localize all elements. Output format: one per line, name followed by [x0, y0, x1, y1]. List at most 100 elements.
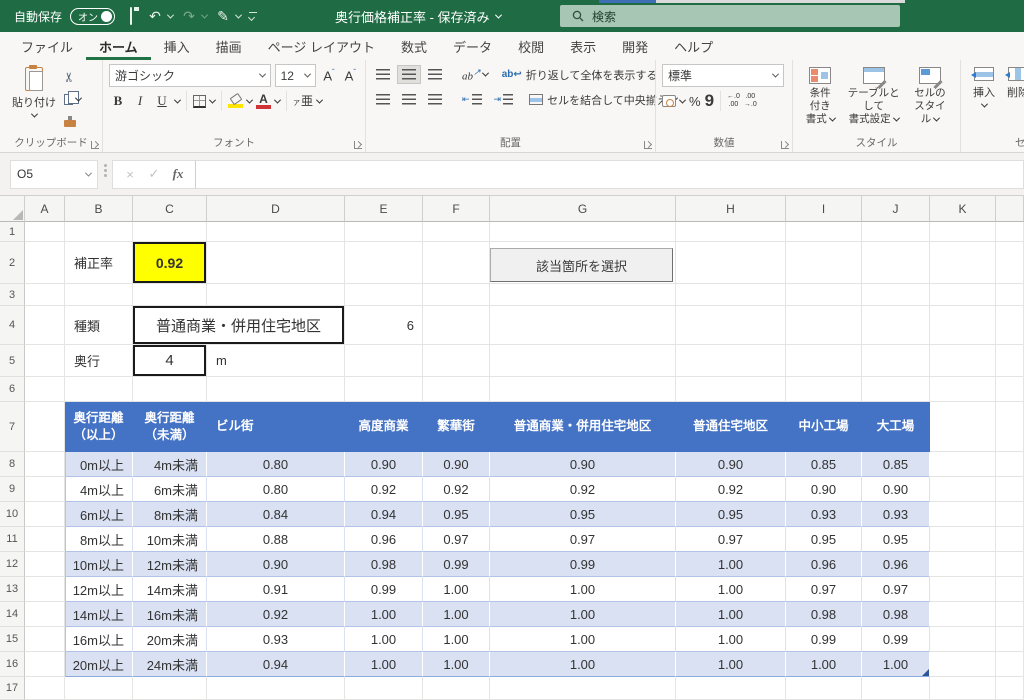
cell-G14[interactable]: 1.00 — [490, 602, 676, 627]
cell-A16[interactable] — [25, 652, 65, 677]
cell-H8[interactable]: 0.90 — [676, 452, 786, 477]
cell-C9[interactable]: 6m未満 — [133, 477, 207, 502]
cell-J5[interactable] — [862, 345, 930, 377]
cell-J8[interactable]: 0.85 — [862, 452, 930, 477]
orientation-button[interactable]: ab↗ — [458, 64, 492, 86]
cell-J15[interactable]: 0.99 — [862, 627, 930, 652]
cell-C3[interactable] — [133, 284, 207, 306]
cell-L9[interactable] — [996, 477, 1024, 502]
phonetic-dropdown-icon[interactable] — [316, 96, 323, 103]
col-header-C[interactable]: C — [133, 196, 207, 222]
cell-K2[interactable] — [930, 242, 996, 284]
font-size-select[interactable]: 12 — [275, 64, 317, 87]
row-header-1[interactable]: 1 — [0, 222, 25, 242]
cell-H13[interactable]: 1.00 — [676, 577, 786, 602]
cell-A11[interactable] — [25, 527, 65, 552]
cell-H15[interactable]: 1.00 — [676, 627, 786, 652]
row-header-15[interactable]: 15 — [0, 627, 25, 652]
cell-D2[interactable] — [207, 242, 345, 284]
cell-A6[interactable] — [25, 377, 65, 402]
cell-E3[interactable] — [345, 284, 423, 306]
cell-G16[interactable]: 1.00 — [490, 652, 676, 677]
italic-button[interactable]: I — [131, 91, 149, 111]
cell-H6[interactable] — [676, 377, 786, 402]
cell-G6[interactable] — [490, 377, 676, 402]
cell-K6[interactable] — [930, 377, 996, 402]
cell-B5[interactable]: 奥行 — [65, 345, 133, 377]
accounting-dropdown-icon[interactable] — [679, 96, 686, 103]
cell-J12[interactable]: 0.96 — [862, 552, 930, 577]
cell-K14[interactable] — [930, 602, 996, 627]
cell-I11[interactable]: 0.95 — [786, 527, 862, 552]
cell-L14[interactable] — [996, 602, 1024, 627]
conditional-formatting-button[interactable]: 条件付き書式 — [799, 64, 841, 136]
row-header-4[interactable]: 4 — [0, 306, 25, 345]
redo-icon[interactable]: ↷ — [181, 9, 197, 23]
borders-dropdown-icon[interactable] — [209, 96, 216, 103]
cell-A14[interactable] — [25, 602, 65, 627]
undo-icon[interactable]: ↶ — [147, 9, 163, 23]
cell-C13[interactable]: 14m未満 — [133, 577, 207, 602]
cell-D9[interactable]: 0.80 — [207, 477, 345, 502]
number-dialog-launcher-icon[interactable] — [781, 141, 789, 149]
tab-ページ レイアウト[interactable]: ページ レイアウト — [255, 32, 388, 60]
cell-H11[interactable]: 0.97 — [676, 527, 786, 552]
tab-データ[interactable]: データ — [440, 32, 505, 60]
row-header-9[interactable]: 9 — [0, 477, 25, 502]
copy-button[interactable] — [64, 90, 81, 108]
cell-J4[interactable] — [862, 306, 930, 345]
cell-K4[interactable] — [930, 306, 996, 345]
col-header-I[interactable]: I — [786, 196, 862, 222]
cell-B13[interactable]: 12m以上 — [65, 577, 133, 602]
alignment-dialog-launcher-icon[interactable] — [644, 141, 652, 149]
decrease-indent-button[interactable]: ⇤ — [458, 91, 486, 108]
cell-E5[interactable] — [345, 345, 423, 377]
col-header-F[interactable]: F — [423, 196, 490, 222]
cell-F10[interactable]: 0.95 — [423, 502, 490, 527]
cell-L1[interactable] — [996, 222, 1024, 242]
cell-J16[interactable]: 1.00 — [862, 652, 930, 677]
cell-F5[interactable] — [423, 345, 490, 377]
cell-C7[interactable]: 奥行距離（未満） — [133, 402, 207, 452]
tab-ファイル[interactable]: ファイル — [8, 32, 86, 60]
cell-H17[interactable] — [676, 677, 786, 700]
cell-E9[interactable]: 0.92 — [345, 477, 423, 502]
cell-C12[interactable]: 12m未満 — [133, 552, 207, 577]
cell-H3[interactable] — [676, 284, 786, 306]
col-header-A[interactable]: A — [25, 196, 65, 222]
align-left-button[interactable] — [372, 91, 394, 108]
cell-I6[interactable] — [786, 377, 862, 402]
cell-H2[interactable] — [676, 242, 786, 284]
cell-I2[interactable] — [786, 242, 862, 284]
cell-E13[interactable]: 0.99 — [345, 577, 423, 602]
cell-K9[interactable] — [930, 477, 996, 502]
row-header-13[interactable]: 13 — [0, 577, 25, 602]
grow-font-button[interactable]: Aˆ — [320, 68, 337, 83]
cell-F16[interactable]: 1.00 — [423, 652, 490, 677]
cell-A3[interactable] — [25, 284, 65, 306]
cell-B14[interactable]: 14m以上 — [65, 602, 133, 627]
font-color-button[interactable]: A — [256, 93, 271, 109]
cell-A4[interactable] — [25, 306, 65, 345]
cell-H5[interactable] — [676, 345, 786, 377]
cell-D17[interactable] — [207, 677, 345, 700]
cell-G13[interactable]: 1.00 — [490, 577, 676, 602]
cell-E10[interactable]: 0.94 — [345, 502, 423, 527]
delete-cells-button[interactable]: 削除 — [1001, 64, 1024, 136]
cell-I13[interactable]: 0.97 — [786, 577, 862, 602]
col-header-B[interactable]: B — [65, 196, 133, 222]
cell-L17[interactable] — [996, 677, 1024, 700]
tab-表示[interactable]: 表示 — [557, 32, 609, 60]
col-header-J[interactable]: J — [862, 196, 930, 222]
wrap-text-button[interactable]: ab↩ 折り返して全体を表示する — [502, 67, 658, 83]
col-header-G[interactable]: G — [490, 196, 676, 222]
cell-K17[interactable] — [930, 677, 996, 700]
cell-J14[interactable]: 0.98 — [862, 602, 930, 627]
name-box[interactable]: O5 — [10, 160, 98, 189]
cell-F9[interactable]: 0.92 — [423, 477, 490, 502]
cell-I7[interactable]: 中小工場 — [786, 402, 862, 452]
cell-H16[interactable]: 1.00 — [676, 652, 786, 677]
col-header-K[interactable]: K — [930, 196, 996, 222]
row-header-10[interactable]: 10 — [0, 502, 25, 527]
cut-button[interactable]: ✂ — [64, 68, 81, 86]
